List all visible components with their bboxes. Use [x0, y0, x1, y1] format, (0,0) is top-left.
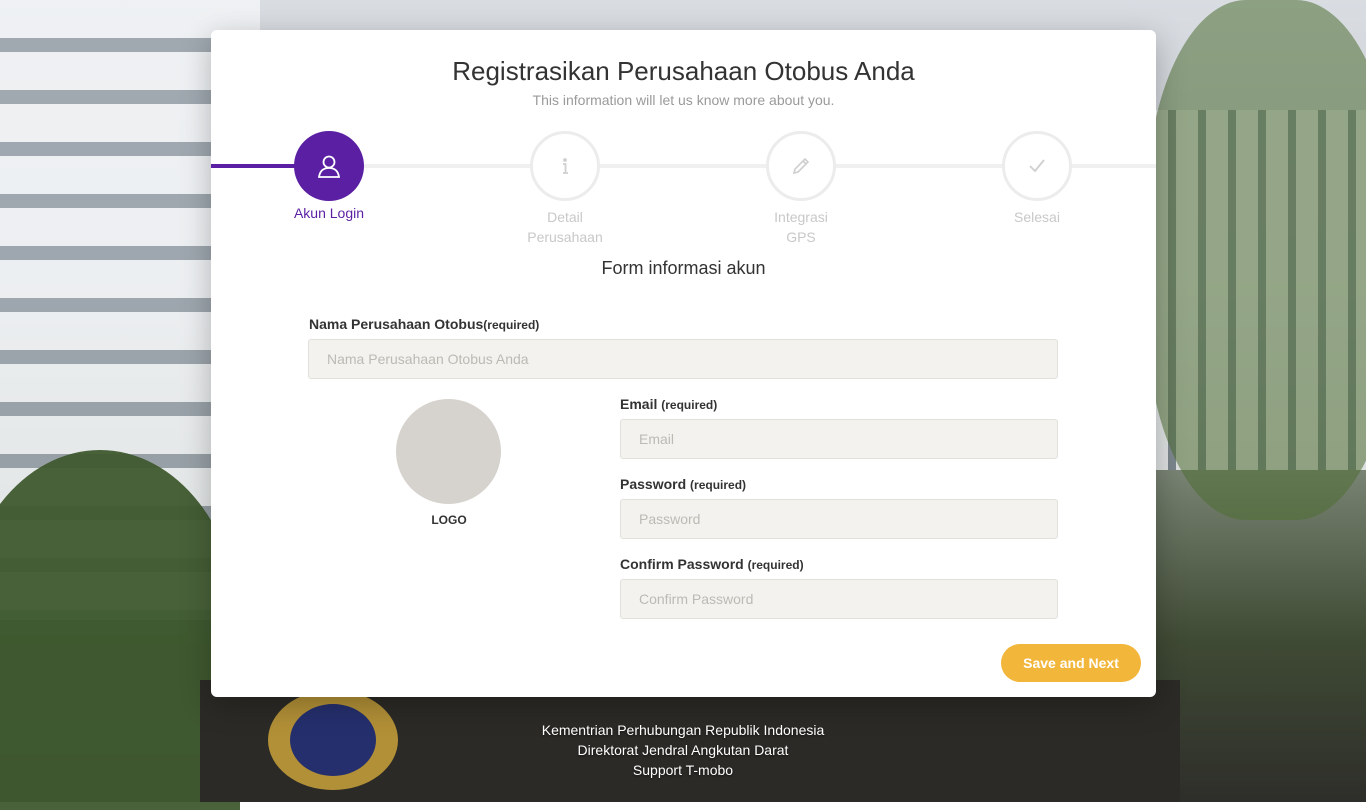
- pencil-icon: [766, 131, 836, 201]
- user-icon: [294, 131, 364, 201]
- page-subtitle: This information will let us know more a…: [532, 92, 835, 108]
- form-section-title: Form informasi akun: [601, 258, 766, 278]
- email-field[interactable]: [620, 419, 1058, 459]
- info-icon: [530, 131, 600, 201]
- email-label: Email (required): [620, 396, 717, 412]
- background-tree-right: [1146, 0, 1366, 520]
- wizard-step-detail-perusahaan[interactable]: Detail Perusahaan: [495, 131, 635, 247]
- check-icon: [1002, 131, 1072, 201]
- wizard-step-selesai[interactable]: Selesai: [967, 131, 1107, 227]
- wizard-step-label: Integrasi GPS: [774, 209, 828, 245]
- wizard-step-integrasi-gps[interactable]: Integrasi GPS: [731, 131, 871, 247]
- logo-upload[interactable]: [396, 399, 501, 504]
- company-name-label-text: Nama Perusahaan Otobus: [309, 316, 484, 332]
- confirm-password-label: Confirm Password (required): [620, 556, 804, 572]
- company-name-label: Nama Perusahaan Otobus(required): [309, 316, 539, 332]
- footer-ministry: Kementrian Perhubungan Republik Indonesi…: [541, 722, 825, 738]
- confirm-password-field[interactable]: [620, 579, 1058, 619]
- required-marker: (required): [690, 478, 747, 492]
- confirm-password-label-text: Confirm Password: [620, 556, 744, 572]
- logo-label: LOGO: [431, 513, 467, 527]
- wizard-step-label: Selesai: [1014, 209, 1060, 225]
- required-marker: (required): [747, 558, 804, 572]
- password-label: Password (required): [620, 476, 746, 492]
- page-title: Registrasikan Perusahaan Otobus Anda: [452, 56, 915, 86]
- required-marker: (required): [483, 318, 540, 332]
- footer: Kementrian Perhubungan Republik Indonesi…: [0, 720, 1366, 780]
- password-field[interactable]: [620, 499, 1058, 539]
- wizard-step-akun-login[interactable]: Akun Login: [259, 131, 399, 223]
- company-name-input[interactable]: [308, 339, 1058, 379]
- password-label-text: Password: [620, 476, 687, 492]
- required-marker: (required): [661, 398, 718, 412]
- registration-card: Registrasikan Perusahaan Otobus Anda Thi…: [211, 30, 1156, 697]
- wizard-step-label: Akun Login: [293, 205, 365, 221]
- footer-directorate: Direktorat Jendral Angkutan Darat: [577, 742, 789, 758]
- email-label-text: Email: [620, 396, 658, 412]
- save-and-next-button[interactable]: Save and Next: [1001, 644, 1141, 682]
- footer-support-link[interactable]: Support T-mobo: [0, 760, 1366, 780]
- wizard-step-label: Detail Perusahaan: [527, 209, 603, 245]
